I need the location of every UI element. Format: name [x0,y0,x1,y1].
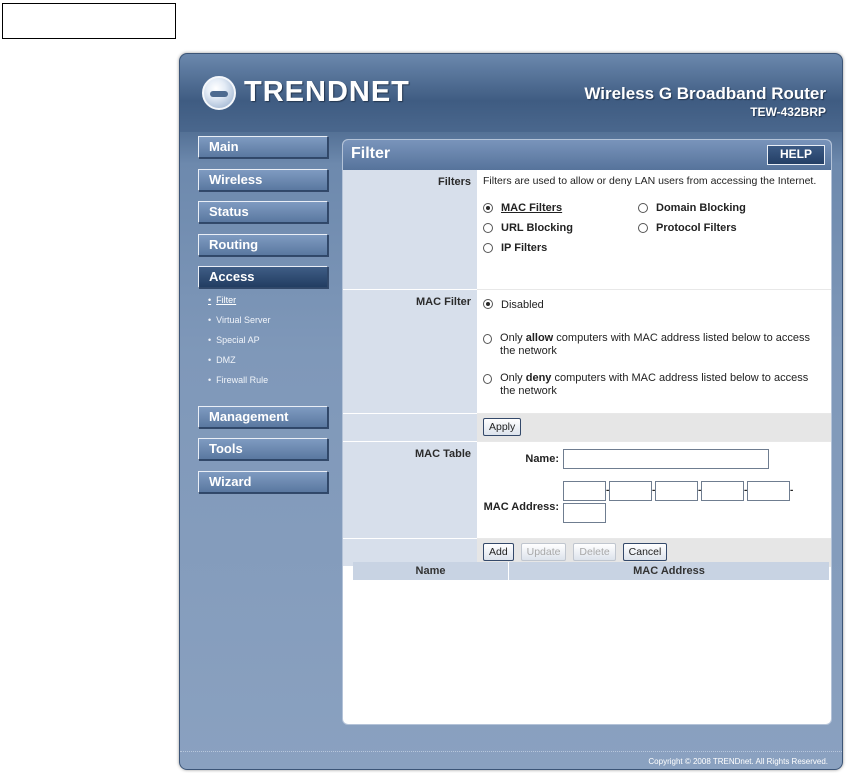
filters-value: Filters are used to allow or deny LAN us… [477,170,831,290]
add-button[interactable]: Add [483,543,514,561]
nav-access[interactable]: Access [198,266,328,288]
product-name: Wireless G Broadband Router [584,84,826,103]
filters-row: Filters Filters are used to allow or den… [343,170,831,290]
radio-icon[interactable] [638,223,648,234]
radio-icon[interactable] [483,334,493,344]
filters-label: Filters [343,170,477,290]
name-input[interactable] [563,449,769,469]
cancel-button[interactable]: Cancel [622,543,668,561]
content-title-bar: Filter HELP [343,140,831,170]
copyright-footer: Copyright © 2008 TRENDnet. All Rights Re… [180,751,842,769]
mac-octet-3[interactable] [655,481,698,501]
name-field-row: Name: [483,449,825,469]
bullet-icon: • [208,374,212,385]
subnav-dmz[interactable]: • DMZ [208,354,330,374]
mac-octet-1[interactable] [563,481,606,501]
option-domain-blocking[interactable]: Domain Blocking [638,202,798,214]
mac-table-row: MAC Table Name: MAC Address: ----- [343,442,831,539]
nav-routing[interactable]: Routing [198,233,328,256]
radio-icon[interactable] [638,203,648,214]
nav-management[interactable]: Management [198,405,328,428]
page-title: Filter [351,145,391,162]
nav-wizard[interactable]: Wizard [198,470,328,493]
option-protocol-filters[interactable]: Protocol Filters [638,222,798,234]
mac-address-label: MAC Address: [483,501,559,513]
apply-row: Apply [343,414,831,442]
radio-icon[interactable] [483,243,493,254]
column-header-mac-address: MAC Address [633,565,705,577]
option-url-blocking[interactable]: URL Blocking [483,222,638,234]
bullet-icon: • [208,354,212,365]
radio-icon[interactable] [483,223,493,234]
mac-octet-2[interactable] [609,481,652,501]
update-button[interactable]: Update [520,543,567,561]
mac-filter-disabled-option[interactable]: Disabled [483,299,825,312]
mac-filter-label: MAC Filter [343,290,477,414]
column-header-name: Name [353,562,509,580]
mac-address-inputs: ----- [563,481,803,523]
nav-tools[interactable]: Tools [198,438,328,460]
help-button[interactable]: HELP [767,145,825,165]
nav-status[interactable]: Status [198,201,328,223]
name-field-label: Name: [525,453,559,465]
radio-selected-icon[interactable] [483,299,493,309]
subnav-firewall-rule[interactable]: • Firewall Rule [208,374,330,394]
header: TRENDNET Wireless G Broadband Router TEW… [180,54,842,132]
content-panel: Filter HELP Filters Filters are used to … [342,139,832,725]
mac-octet-4[interactable] [701,481,744,501]
bullet-icon: • [208,314,212,325]
mac-octet-6[interactable] [563,503,606,523]
apply-cell: Apply [477,414,831,442]
radio-selected-icon[interactable] [483,203,493,214]
mac-filter-deny-option[interactable]: Only deny computers with MAC address lis… [483,372,825,398]
top-empty-box [2,3,176,39]
radio-icon[interactable] [483,374,493,384]
mac-filter-value: Disabled Only allow computers with MAC a… [477,290,831,414]
mac-filter-row: MAC Filter Disabled Only allow computers… [343,290,831,414]
filters-description: Filters are used to allow or deny LAN us… [483,175,817,187]
apply-label-cell [343,414,477,442]
apply-button[interactable]: Apply [483,418,522,436]
mac-table-value: Name: MAC Address: ----- [477,442,831,539]
nav-wireless[interactable]: Wireless [198,168,328,191]
sidebar-nav: Main Wireless Status Routing Access • Fil… [198,136,330,503]
mac-octet-5[interactable] [747,481,790,501]
subnav-special-ap[interactable]: • Special AP [208,334,330,354]
access-submenu: • Filter • Virtual Server • Special AP • DMZ… [208,294,330,394]
nav-main[interactable]: Main [198,136,328,158]
product-model: TEW-432BRP [750,105,826,119]
mac-list-header: Name MAC Address [353,562,829,580]
subnav-virtual-server[interactable]: • Virtual Server [208,314,330,334]
filter-type-options: MAC Filters Domain Blocking URL Blocking… [483,202,825,254]
mac-address-field-row: MAC Address: ----- [483,481,825,523]
logo-text: TRENDNET [244,76,410,108]
bullet-icon: • [208,334,212,345]
bullet-icon: • [208,294,212,305]
trendnet-logo-icon [202,76,236,110]
router-frame: TRENDNET Wireless G Broadband Router TEW… [179,53,843,770]
delete-button[interactable]: Delete [573,543,616,561]
mac-filter-allow-option[interactable]: Only allow computers with MAC address li… [483,332,825,358]
option-mac-filters[interactable]: MAC Filters [483,202,638,214]
subnav-filter[interactable]: • Filter [208,294,330,314]
mac-table-label: MAC Table [343,442,477,539]
option-ip-filters[interactable]: IP Filters [483,242,638,254]
